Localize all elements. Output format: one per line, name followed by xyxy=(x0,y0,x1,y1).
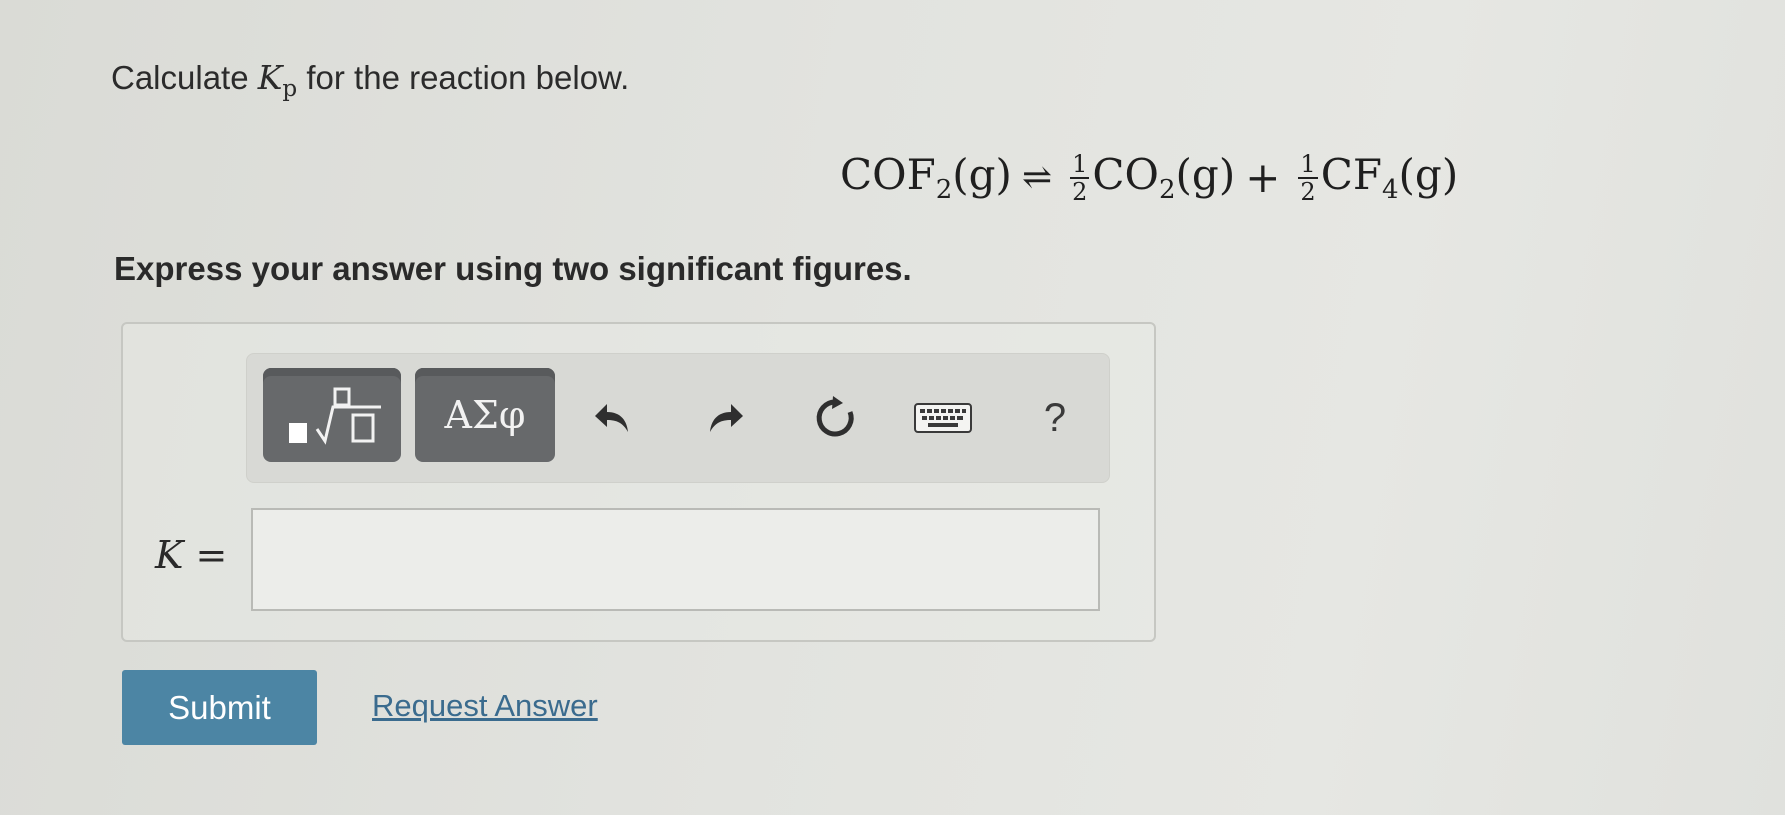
coefficient-2: 12 xyxy=(1298,149,1318,206)
templates-button[interactable] xyxy=(263,368,401,462)
answer-label: K = xyxy=(155,533,227,577)
reactant-state: (g) xyxy=(952,150,1012,199)
product-1: CO2(g) xyxy=(1092,150,1235,205)
coefficient-1: 12 xyxy=(1070,149,1090,206)
symbols-button[interactable]: ΑΣφ xyxy=(415,368,555,462)
product-1-formula: CO xyxy=(1092,150,1159,199)
answer-input[interactable] xyxy=(251,508,1100,611)
coefficient-1-numerator: 1 xyxy=(1070,149,1090,179)
equilibrium-arrow: ⇌ xyxy=(1021,157,1053,199)
kp-subscript: p xyxy=(282,75,298,102)
product-2-formula: CF xyxy=(1320,150,1382,199)
request-answer-link[interactable]: Request Answer xyxy=(372,688,598,724)
product-1-state: (g) xyxy=(1175,150,1236,199)
reactant: COF2(g) xyxy=(840,150,1012,205)
templates-icon xyxy=(289,387,381,445)
help-icon[interactable]: ? xyxy=(1029,392,1081,444)
reactant-formula: COF xyxy=(840,150,936,199)
product-2-state: (g) xyxy=(1398,150,1459,199)
product-1-subscript: 2 xyxy=(1158,175,1176,206)
kp-symbol: Kp xyxy=(257,58,297,102)
question-suffix: for the reaction below. xyxy=(297,59,630,96)
coefficient-2-denominator: 2 xyxy=(1300,177,1316,206)
answer-label-variable: K xyxy=(155,533,184,577)
keyboard-icon[interactable] xyxy=(911,392,975,444)
product-2-subscript: 4 xyxy=(1381,175,1399,206)
math-toolbar: ΑΣφ ? xyxy=(246,353,1110,483)
reaction-equation: COF2(g) ⇌ 12 CO2(g) + 12 CF4(g) xyxy=(840,150,1458,205)
question-prefix: Calculate xyxy=(111,59,258,96)
kp-symbol-letter: K xyxy=(257,58,283,97)
reactant-subscript: 2 xyxy=(935,175,953,206)
question-text: Calculate Kp for the reaction below. xyxy=(111,58,629,102)
answer-label-equals: = xyxy=(183,533,228,577)
instruction-text: Express your answer using two significan… xyxy=(114,250,912,287)
coefficient-1-denominator: 2 xyxy=(1072,177,1088,206)
reset-icon[interactable] xyxy=(809,392,861,444)
redo-icon[interactable] xyxy=(699,392,751,444)
plus-sign: + xyxy=(1245,153,1281,203)
submit-button[interactable]: Submit xyxy=(122,670,317,745)
undo-icon[interactable] xyxy=(587,392,639,444)
product-2: CF4(g) xyxy=(1321,150,1459,205)
coefficient-2-numerator: 1 xyxy=(1298,149,1318,179)
